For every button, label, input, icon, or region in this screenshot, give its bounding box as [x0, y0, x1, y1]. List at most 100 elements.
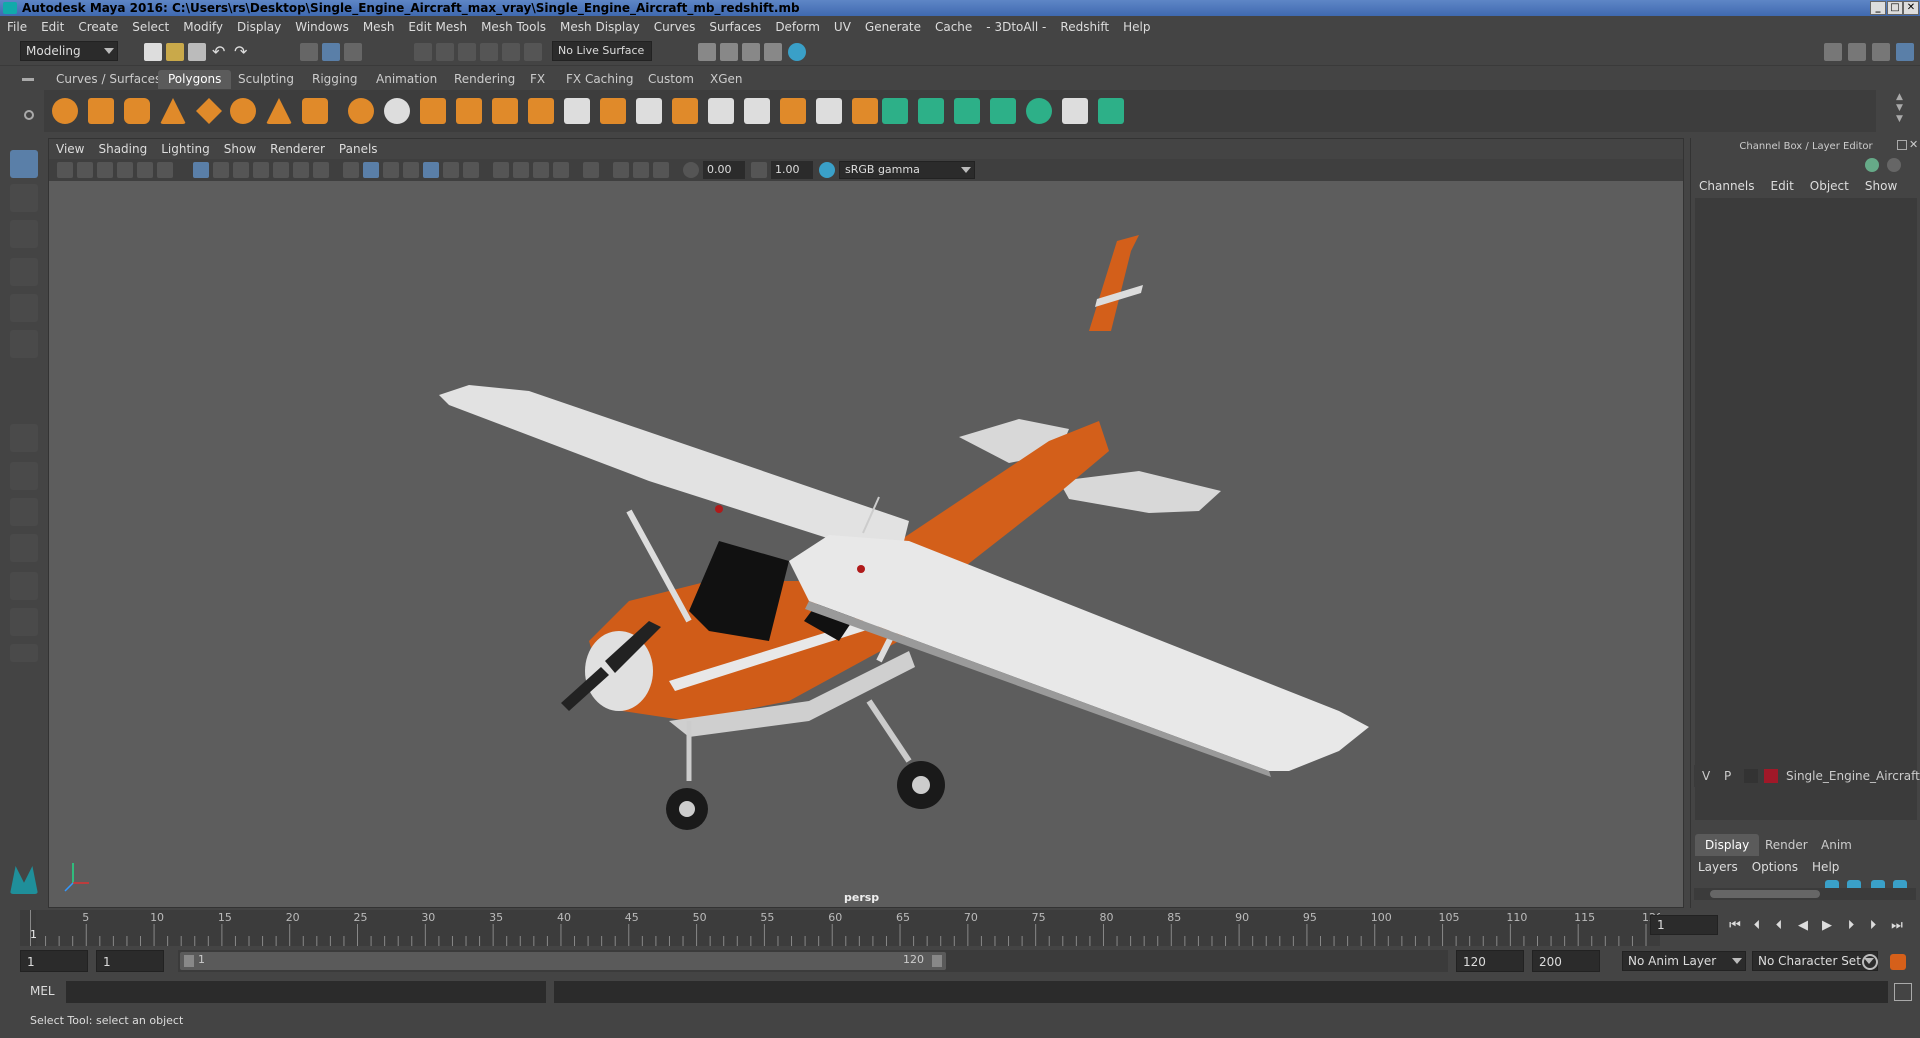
smooth-shade-icon[interactable]	[363, 162, 379, 178]
poly-pipe-icon[interactable]	[302, 98, 328, 124]
grid-icon[interactable]	[193, 162, 209, 178]
rotate-tool-icon[interactable]	[10, 294, 38, 322]
current-frame-field[interactable]: 1	[1650, 915, 1718, 935]
render-settings-icon[interactable]	[698, 43, 716, 61]
layer-row[interactable]: V P Single_Engine_Aircraft	[1694, 765, 1920, 787]
vp-menu-view[interactable]: View	[49, 139, 91, 159]
uv-unfold-icon[interactable]	[1026, 98, 1052, 124]
menu-edit[interactable]: Edit	[34, 16, 71, 38]
mode-select[interactable]: Modeling	[20, 41, 118, 61]
menu-curves[interactable]: Curves	[647, 16, 703, 38]
tab-anim[interactable]: Anim	[1811, 834, 1862, 856]
tab-xgen[interactable]: XGen	[700, 70, 753, 89]
field-chart-icon[interactable]	[273, 162, 289, 178]
menu-select[interactable]: Select	[125, 16, 176, 38]
maximize-icon[interactable]: □	[1887, 1, 1903, 15]
undo-icon[interactable]: ↶	[212, 43, 230, 61]
target-weld-icon[interactable]	[816, 98, 842, 124]
default-lighting-icon[interactable]	[383, 162, 399, 178]
bookmark-icon[interactable]	[97, 162, 113, 178]
select-hierarchy-icon[interactable]	[300, 43, 318, 61]
layer-scrollbar[interactable]	[1694, 888, 1916, 900]
shelf-menu-icon[interactable]	[22, 78, 34, 81]
layer-menu-help[interactable]: Help	[1805, 856, 1846, 878]
image-plane-icon[interactable]	[117, 162, 133, 178]
textured-icon[interactable]	[423, 162, 439, 178]
menu-mesh[interactable]: Mesh	[356, 16, 402, 38]
cb-menu-edit[interactable]: Edit	[1763, 176, 1802, 196]
channel-box-area[interactable]	[1695, 198, 1917, 820]
layer-visibility-toggle[interactable]: V	[1702, 765, 1710, 787]
tab-fx-caching[interactable]: FX Caching	[556, 70, 643, 89]
film-gate-icon[interactable]	[213, 162, 229, 178]
layer-type-toggle[interactable]	[1744, 769, 1758, 783]
playback-end-field[interactable]: 120	[1456, 950, 1524, 972]
step-forward-key-icon[interactable]: ⏵	[1866, 918, 1880, 934]
range-end-grip[interactable]	[932, 955, 942, 967]
aircraft-model[interactable]	[49, 181, 1683, 907]
wireframe-on-shaded-icon[interactable]	[403, 162, 419, 178]
shelf-scroll-icon[interactable]: ▲ ▼ ▼	[1896, 92, 1906, 126]
xray-icon[interactable]	[613, 162, 629, 178]
tab-animation[interactable]: Animation	[366, 70, 447, 89]
graph-layout-icon[interactable]	[10, 572, 38, 600]
time-slider[interactable]: 5 10 15 20 25 30 35 40 45 50 55 60 65 70 75 80 85 90 95 100…	[20, 910, 1660, 946]
close-panel-icon[interactable]: ✕	[1909, 138, 1918, 151]
channel-box-toggle-icon[interactable]	[1896, 43, 1914, 61]
layer-menu-layers[interactable]: Layers	[1691, 856, 1745, 878]
snap-point-icon[interactable]	[458, 43, 476, 61]
tab-render[interactable]: Render	[1755, 834, 1818, 856]
mirror-icon[interactable]	[528, 98, 554, 124]
snap-grid-icon[interactable]	[414, 43, 432, 61]
select-object-icon[interactable]	[322, 43, 340, 61]
open-scene-icon[interactable]	[166, 43, 184, 61]
depth-of-field-icon[interactable]	[553, 162, 569, 178]
layer-playback-toggle[interactable]: P	[1724, 765, 1731, 787]
channel-box-icon[interactable]	[1865, 158, 1879, 172]
menu-mesh-display[interactable]: Mesh Display	[553, 16, 647, 38]
menu-deform[interactable]: Deform	[768, 16, 827, 38]
cb-menu-channels[interactable]: Channels	[1691, 176, 1763, 196]
play-backward-icon[interactable]: ◀	[1796, 918, 1810, 934]
cb-menu-show[interactable]: Show	[1857, 176, 1905, 196]
hypershade-icon[interactable]	[788, 43, 806, 61]
range-slider-handle[interactable]: 1 120	[180, 952, 946, 970]
uv-layout-view-icon[interactable]	[10, 608, 38, 636]
menu-3dtoall[interactable]: - 3DtoAll -	[979, 16, 1053, 38]
menu-generate[interactable]: Generate	[858, 16, 928, 38]
four-view-layout-icon[interactable]	[10, 462, 38, 490]
animation-prefs-icon[interactable]	[1890, 954, 1906, 970]
shadows-icon[interactable]	[463, 162, 479, 178]
lasso-tool-icon[interactable]	[10, 184, 38, 212]
isolate-select-icon[interactable]	[583, 162, 599, 178]
grease-pencil-icon[interactable]	[157, 162, 173, 178]
poly-cylinder-icon[interactable]	[124, 98, 150, 124]
minimize-icon[interactable]: _	[1870, 1, 1886, 15]
tab-polygons[interactable]: Polygons	[158, 70, 232, 89]
vp-menu-show[interactable]: Show	[217, 139, 263, 159]
menu-display[interactable]: Display	[230, 16, 288, 38]
tab-fx[interactable]: FX	[520, 70, 555, 89]
exposure-field[interactable]: 0.00	[703, 161, 745, 179]
tab-custom[interactable]: Custom	[638, 70, 704, 89]
snap-surface-icon[interactable]	[502, 43, 520, 61]
layer-color-swatch[interactable]	[1764, 769, 1778, 783]
safe-title-icon[interactable]	[313, 162, 329, 178]
extract-icon[interactable]	[456, 98, 482, 124]
layer-scrollbar-thumb[interactable]	[1710, 890, 1820, 898]
exposure-icon[interactable]	[683, 162, 699, 178]
vp-menu-panels[interactable]: Panels	[332, 139, 385, 159]
render-frame-icon[interactable]	[720, 43, 738, 61]
uv-checker-icon[interactable]	[1062, 98, 1088, 124]
new-scene-icon[interactable]	[144, 43, 162, 61]
tab-rigging[interactable]: Rigging	[302, 70, 367, 89]
single-layout-icon[interactable]	[10, 424, 38, 452]
start-time-field[interactable]: 1	[20, 950, 88, 972]
float-panel-icon[interactable]	[1897, 140, 1907, 150]
end-time-field[interactable]: 200	[1532, 950, 1600, 972]
select-tool-icon[interactable]	[10, 150, 38, 178]
play-forward-icon[interactable]: ▶	[1820, 918, 1834, 934]
playback-start-field[interactable]: 1	[96, 950, 164, 972]
shelf-settings-icon[interactable]	[24, 110, 34, 120]
move-tool-icon[interactable]	[10, 258, 38, 286]
